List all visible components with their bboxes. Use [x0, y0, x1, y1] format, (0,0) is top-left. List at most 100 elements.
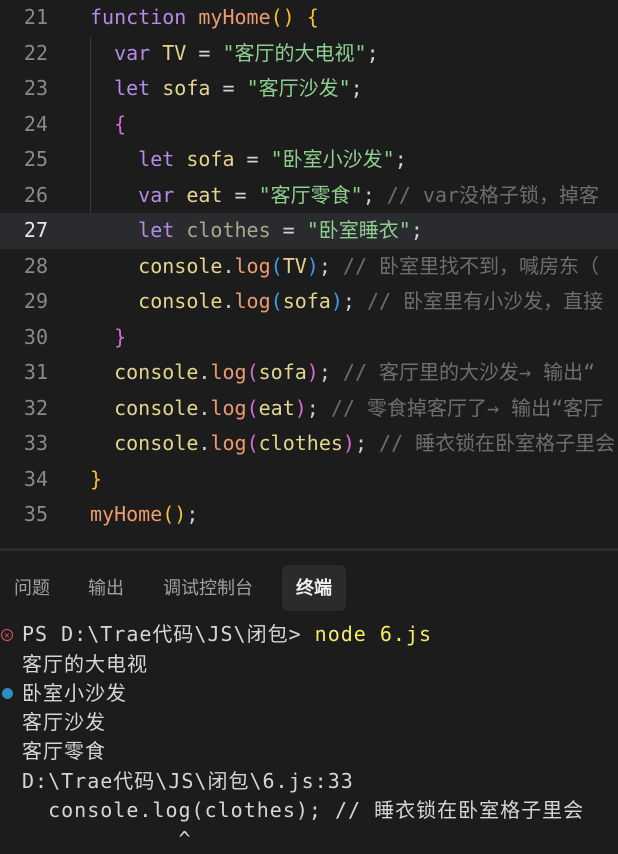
code-line[interactable]: 32 console.log(eat); // 零食掉客厅了→ 输出“客厅 — [0, 391, 618, 427]
code-token: ; — [410, 218, 423, 242]
code-token: console — [114, 360, 199, 384]
code-token: "客厅零食" — [258, 182, 363, 207]
line-number: 26 — [23, 182, 48, 207]
code-token: ; — [318, 360, 331, 384]
line-number: 33 — [23, 431, 48, 455]
tab-debug-console[interactable]: 调试控制台 — [163, 565, 253, 611]
line-number: 21 — [23, 5, 48, 29]
code-line[interactable]: 34} — [0, 462, 618, 498]
prompt: PS D:\Trae代码\JS\闭包> — [22, 622, 315, 646]
code-text: let sofa = "卧室小沙发"; — [90, 142, 407, 178]
code-text: var eat = "客厅零食"; // var没格子锁，掉客 — [90, 178, 599, 214]
code-token: ( — [270, 5, 283, 29]
code-line[interactable]: 33 console.log(clothes); // 睡衣锁在卧室格子里会 — [0, 426, 618, 462]
code-line[interactable]: 29 console.log(sofa); // 卧室里有小沙发，直接 — [0, 284, 618, 320]
code-token: myHome — [198, 5, 271, 29]
panel-divider[interactable] — [0, 548, 618, 551]
code-text: let sofa = "客厅沙发"; — [90, 71, 363, 107]
code-token: ) — [282, 5, 295, 29]
output-line: 客厅的大电视 — [22, 652, 148, 676]
tab-problems[interactable]: 问题 — [14, 565, 50, 611]
tab-output[interactable]: 输出 — [88, 565, 124, 611]
line-number: 35 — [23, 502, 48, 526]
code-token: ; — [186, 502, 199, 526]
code-line[interactable]: 26 var eat = "客厅零食"; // var没格子锁，掉客 — [0, 178, 618, 214]
code-token: sofa — [282, 289, 331, 313]
code-token: // var没格子锁，掉客 — [374, 182, 600, 207]
code-token: clothes — [186, 218, 271, 242]
code-token: // 客厅里的大沙发→ 输出“ — [330, 360, 596, 384]
command: node 6.js — [314, 622, 433, 646]
info-dot-icon[interactable] — [2, 688, 13, 699]
tab-terminal[interactable]: 终端 — [282, 565, 346, 611]
code-text: console.log(TV); // 卧室里找不到，喊房东（ — [90, 249, 599, 285]
code-text: console.log(sofa); // 客厅里的大沙发→ 输出“ — [90, 355, 595, 391]
code-token: console — [138, 289, 223, 313]
line-number: 24 — [23, 111, 48, 136]
code-token: let — [138, 147, 175, 171]
code-token: ( — [246, 360, 259, 384]
code-text: function myHome() { — [90, 0, 319, 36]
error-icon[interactable]: ✕ — [1, 629, 13, 641]
line-number: 30 — [23, 324, 48, 349]
code-token: sofa — [186, 147, 235, 171]
code-line[interactable]: 27 let clothes = "卧室睡衣"; — [0, 213, 618, 249]
code-token: // 零食掉客厅了→ 输出“客厅 — [318, 395, 604, 420]
code-token: // 睡衣锁在卧室格子里会 — [367, 431, 616, 455]
line-number: 22 — [23, 40, 48, 65]
code-token: log — [234, 253, 271, 278]
code-text: console.log(clothes); // 睡衣锁在卧室格子里会 — [90, 426, 615, 462]
code-token: . — [222, 289, 235, 313]
code-line[interactable]: 30 } — [0, 320, 618, 356]
code-token: var — [114, 40, 151, 65]
code-line[interactable]: 28 console.log(TV); // 卧室里找不到，喊房东（ — [0, 249, 618, 285]
line-number: 34 — [23, 466, 48, 491]
code-text: } — [90, 320, 126, 356]
code-token: . — [198, 431, 211, 455]
code-line[interactable]: 23 let sofa = "客厅沙发"; — [0, 71, 618, 107]
code-text: let clothes = "卧室睡衣"; — [90, 213, 423, 249]
code-token: ( — [162, 502, 175, 526]
code-token: log — [210, 360, 247, 384]
code-token: = — [210, 76, 247, 100]
code-token: "卧室小沙发" — [270, 147, 395, 171]
output-line: 客厅沙发 — [22, 710, 106, 734]
code-line[interactable]: 31 console.log(sofa); // 客厅里的大沙发→ 输出“ — [0, 355, 618, 391]
code-text: } — [90, 462, 102, 498]
code-token: ( — [270, 289, 283, 313]
code-token: ) — [174, 502, 187, 526]
line-number: 29 — [23, 289, 48, 313]
code-line[interactable]: 24 { — [0, 107, 618, 143]
code-token: ( — [270, 253, 283, 278]
code-token: . — [222, 253, 235, 278]
code-line[interactable]: 25 let sofa = "卧室小沙发"; — [0, 142, 618, 178]
code-line[interactable]: 35 myHome(); — [0, 497, 618, 533]
code-token: clothes — [258, 431, 343, 455]
code-token: = — [270, 218, 307, 242]
code-token: ( — [246, 431, 259, 455]
code-line[interactable]: 22 var TV = "客厅的大电视"; — [0, 36, 618, 72]
code-token: log — [234, 289, 271, 313]
code-token: = — [186, 40, 223, 65]
code-token: "客厅沙发" — [246, 76, 351, 100]
code-token: TV — [162, 40, 187, 65]
code-token: } — [114, 324, 127, 349]
code-token: // 卧室里有小沙发，直接 — [354, 289, 604, 313]
code-token: eat — [258, 395, 295, 420]
code-token: eat — [186, 182, 223, 207]
code-token: ; — [362, 182, 375, 207]
code-line[interactable]: 21 function myHome() { — [0, 0, 618, 36]
code-token: console — [138, 253, 223, 278]
code-editor[interactable]: 21 function myHome() {22 var TV = "客厅的大电视… — [0, 0, 618, 548]
